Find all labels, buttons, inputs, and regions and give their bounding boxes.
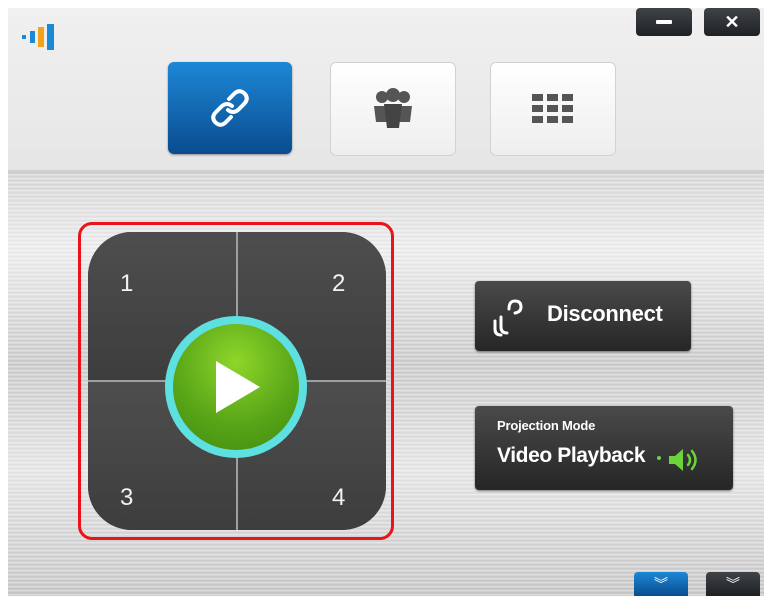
expand-button-1[interactable]: ︾	[634, 572, 688, 596]
link-icon	[211, 89, 249, 127]
play-icon	[216, 361, 260, 413]
projection-status-dot	[657, 456, 661, 460]
app-window: ✕ 1 2 3 4 Disconnect Projection Mode Vid…	[0, 0, 764, 596]
close-icon: ✕	[724, 11, 740, 32]
projection-mode-title: Projection Mode	[497, 418, 596, 433]
close-button[interactable]: ✕	[704, 8, 760, 36]
cell-number-4: 4	[332, 484, 346, 511]
chevron-double-down-icon: ︾	[654, 576, 668, 592]
disconnect-icon	[493, 299, 523, 337]
play-button-face	[173, 324, 299, 450]
minimize-button[interactable]	[636, 8, 692, 36]
disconnect-button[interactable]: Disconnect	[475, 281, 691, 351]
cell-number-3: 3	[120, 484, 134, 511]
people-icon	[374, 88, 412, 128]
app-logo-icon	[22, 24, 54, 50]
grid-icon	[532, 94, 573, 123]
chevron-double-down-icon: ︾	[726, 576, 740, 592]
speaker-icon	[669, 449, 697, 471]
tab-apps[interactable]	[490, 62, 616, 156]
projection-mode-button[interactable]: Projection Mode Video Playback	[475, 406, 733, 490]
cell-number-1: 1	[120, 270, 134, 297]
disconnect-label: Disconnect	[547, 301, 663, 326]
cell-number-2: 2	[332, 270, 346, 297]
projection-mode-value: Video Playback	[497, 444, 646, 467]
expand-button-2[interactable]: ︾	[706, 572, 760, 596]
minimize-icon	[656, 20, 672, 24]
tab-people[interactable]	[330, 62, 456, 156]
tab-link[interactable]	[168, 62, 292, 154]
play-button[interactable]	[165, 316, 307, 458]
